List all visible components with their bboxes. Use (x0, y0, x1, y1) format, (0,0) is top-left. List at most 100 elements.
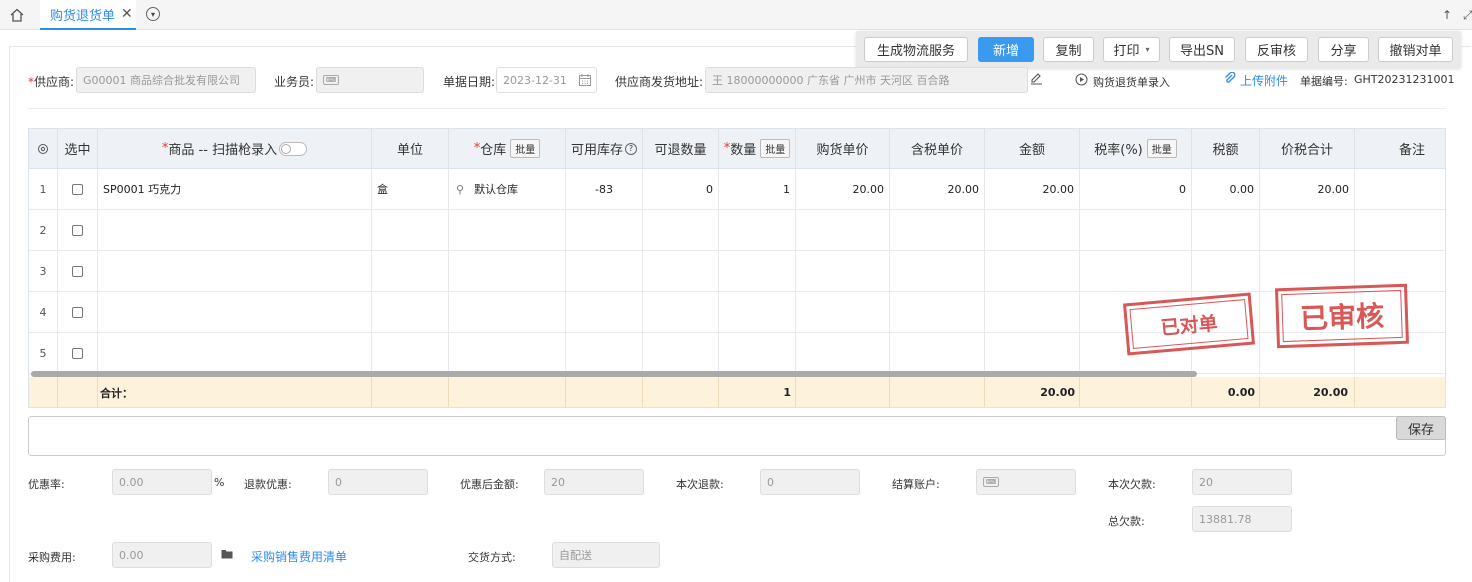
cell-returnable[interactable] (643, 292, 719, 333)
cell-taxprice[interactable] (890, 251, 985, 292)
cell-price[interactable]: 20.00 (796, 169, 890, 210)
cell-chk[interactable] (58, 169, 98, 210)
row-select-checkbox[interactable] (72, 183, 83, 195)
date-field[interactable]: 2023-12-31 (496, 67, 597, 93)
cell-unit[interactable] (372, 292, 449, 333)
this-debt-field[interactable]: 20 (1192, 469, 1292, 495)
warehouse-batch-button[interactable]: 批量 (510, 139, 541, 158)
purchase-fee-field[interactable]: 0.00 (112, 542, 212, 568)
tab-purchase-return[interactable]: 购货退货单 ✕ (40, 0, 136, 30)
this-refund-field[interactable]: 0 (760, 469, 860, 495)
cell-taxprice[interactable] (890, 210, 985, 251)
cell-chk[interactable] (58, 292, 98, 333)
cell-tax[interactable]: 0.00 (1192, 169, 1260, 210)
cell-returnable[interactable] (643, 210, 719, 251)
cell-amount[interactable]: 20.00 (985, 169, 1080, 210)
copy-button[interactable]: 复制 (1043, 37, 1094, 62)
logistics-button[interactable]: 生成物流服务 (864, 37, 968, 62)
help-icon[interactable]: ? (625, 142, 637, 155)
column-settings-header[interactable] (29, 129, 58, 169)
cell-amount[interactable] (985, 292, 1080, 333)
cell-warehouse[interactable] (449, 210, 566, 251)
cell-chk[interactable] (58, 333, 98, 374)
entry-link[interactable]: 购货退货单录入 (1093, 74, 1170, 90)
scan-toggle[interactable] (279, 141, 308, 156)
cell-warehouse[interactable] (449, 292, 566, 333)
cell-available[interactable] (566, 210, 643, 251)
cell-price[interactable] (796, 333, 890, 374)
cell-taxprice[interactable]: 20.00 (890, 169, 985, 210)
unaudit-button[interactable]: 反审核 (1245, 37, 1308, 62)
cell-taxrate[interactable] (1080, 251, 1192, 292)
fullscreen-icon[interactable]: ⤢ (1463, 8, 1472, 23)
cell-tax[interactable] (1192, 210, 1260, 251)
new-button[interactable]: 新增 (978, 37, 1034, 62)
cell-tax[interactable] (1192, 251, 1260, 292)
refund-discount-field[interactable]: 0 (328, 469, 428, 495)
calendar-icon[interactable] (578, 73, 592, 87)
cell-qty[interactable] (719, 251, 796, 292)
cell-remark[interactable] (1355, 210, 1445, 251)
cell-amount[interactable] (985, 333, 1080, 374)
upload-attachment-link[interactable]: 上传附件 (1240, 72, 1288, 89)
cell-price[interactable] (796, 251, 890, 292)
cell-available[interactable] (566, 292, 643, 333)
cancel-reconcile-button[interactable]: 撤销对单 (1378, 37, 1453, 62)
cell-product[interactable]: SP0001 巧克力 (98, 169, 372, 210)
fee-list-link[interactable]: 采购销售费用清单 (251, 548, 347, 565)
share-button[interactable]: 分享 (1318, 37, 1369, 62)
cell-price[interactable] (796, 292, 890, 333)
close-icon[interactable]: ✕ (121, 7, 133, 21)
cell-taxprice[interactable] (890, 333, 985, 374)
cell-taxrate[interactable] (1080, 210, 1192, 251)
cell-qty[interactable] (719, 210, 796, 251)
cell-warehouse[interactable] (449, 251, 566, 292)
cell-returnable[interactable]: 0 (643, 169, 719, 210)
cell-product[interactable] (98, 333, 372, 374)
row-select-checkbox[interactable] (72, 224, 83, 236)
settle-account-field[interactable]: ⌨ (976, 469, 1076, 495)
edit-icon[interactable] (1030, 72, 1043, 85)
cell-returnable[interactable] (643, 333, 719, 374)
cell-total[interactable]: 20.00 (1260, 169, 1355, 210)
play-circle-icon[interactable] (1075, 73, 1088, 86)
address-field[interactable]: 王 18000000000 广东省 广州市 天河区 百合路 (705, 67, 1028, 93)
discount-rate-field[interactable]: 0.00 (112, 469, 212, 495)
cell-product[interactable] (98, 292, 372, 333)
cell-unit[interactable] (372, 251, 449, 292)
cell-taxrate[interactable]: 0 (1080, 169, 1192, 210)
qty-batch-button[interactable]: 批量 (760, 139, 791, 158)
cell-total[interactable] (1260, 210, 1355, 251)
total-debt-field[interactable]: 13881.78 (1192, 506, 1292, 532)
row-select-checkbox[interactable] (72, 306, 83, 318)
cell-qty[interactable] (719, 333, 796, 374)
save-button[interactable]: 保存 (1396, 416, 1446, 440)
cell-chk[interactable] (58, 210, 98, 251)
supplier-field[interactable]: G00001 商品综合批发有限公司 (76, 67, 256, 93)
cell-unit[interactable] (372, 210, 449, 251)
cell-product[interactable] (98, 251, 372, 292)
cell-qty[interactable]: 1 (719, 169, 796, 210)
row-select-checkbox[interactable] (72, 347, 83, 359)
cell-unit[interactable]: 盒 (372, 169, 449, 210)
cell-chk[interactable] (58, 251, 98, 292)
delivery-field[interactable]: 自配送 (552, 542, 660, 568)
cell-remark[interactable] (1355, 169, 1445, 210)
chevron-down-icon[interactable]: ▾ (146, 7, 160, 21)
cell-available[interactable]: -83 (566, 169, 643, 210)
after-discount-field[interactable]: 20 (544, 469, 644, 495)
cell-unit[interactable] (372, 333, 449, 374)
arrow-up-icon[interactable]: ↑ (1442, 8, 1452, 22)
print-button[interactable]: 打印 ▾ (1103, 37, 1160, 62)
cell-amount[interactable] (985, 210, 1080, 251)
export-sn-button[interactable]: 导出SN (1169, 37, 1235, 62)
cell-available[interactable] (566, 333, 643, 374)
salesman-field[interactable]: ⌨ (316, 67, 424, 93)
cell-warehouse[interactable]: ⚲ 默认仓库 (449, 169, 566, 210)
cell-taxprice[interactable] (890, 292, 985, 333)
cell-product[interactable] (98, 210, 372, 251)
tax-rate-batch-button[interactable]: 批量 (1146, 139, 1177, 158)
row-select-checkbox[interactable] (72, 265, 83, 277)
cell-qty[interactable] (719, 292, 796, 333)
remark-textarea[interactable] (28, 416, 1446, 456)
